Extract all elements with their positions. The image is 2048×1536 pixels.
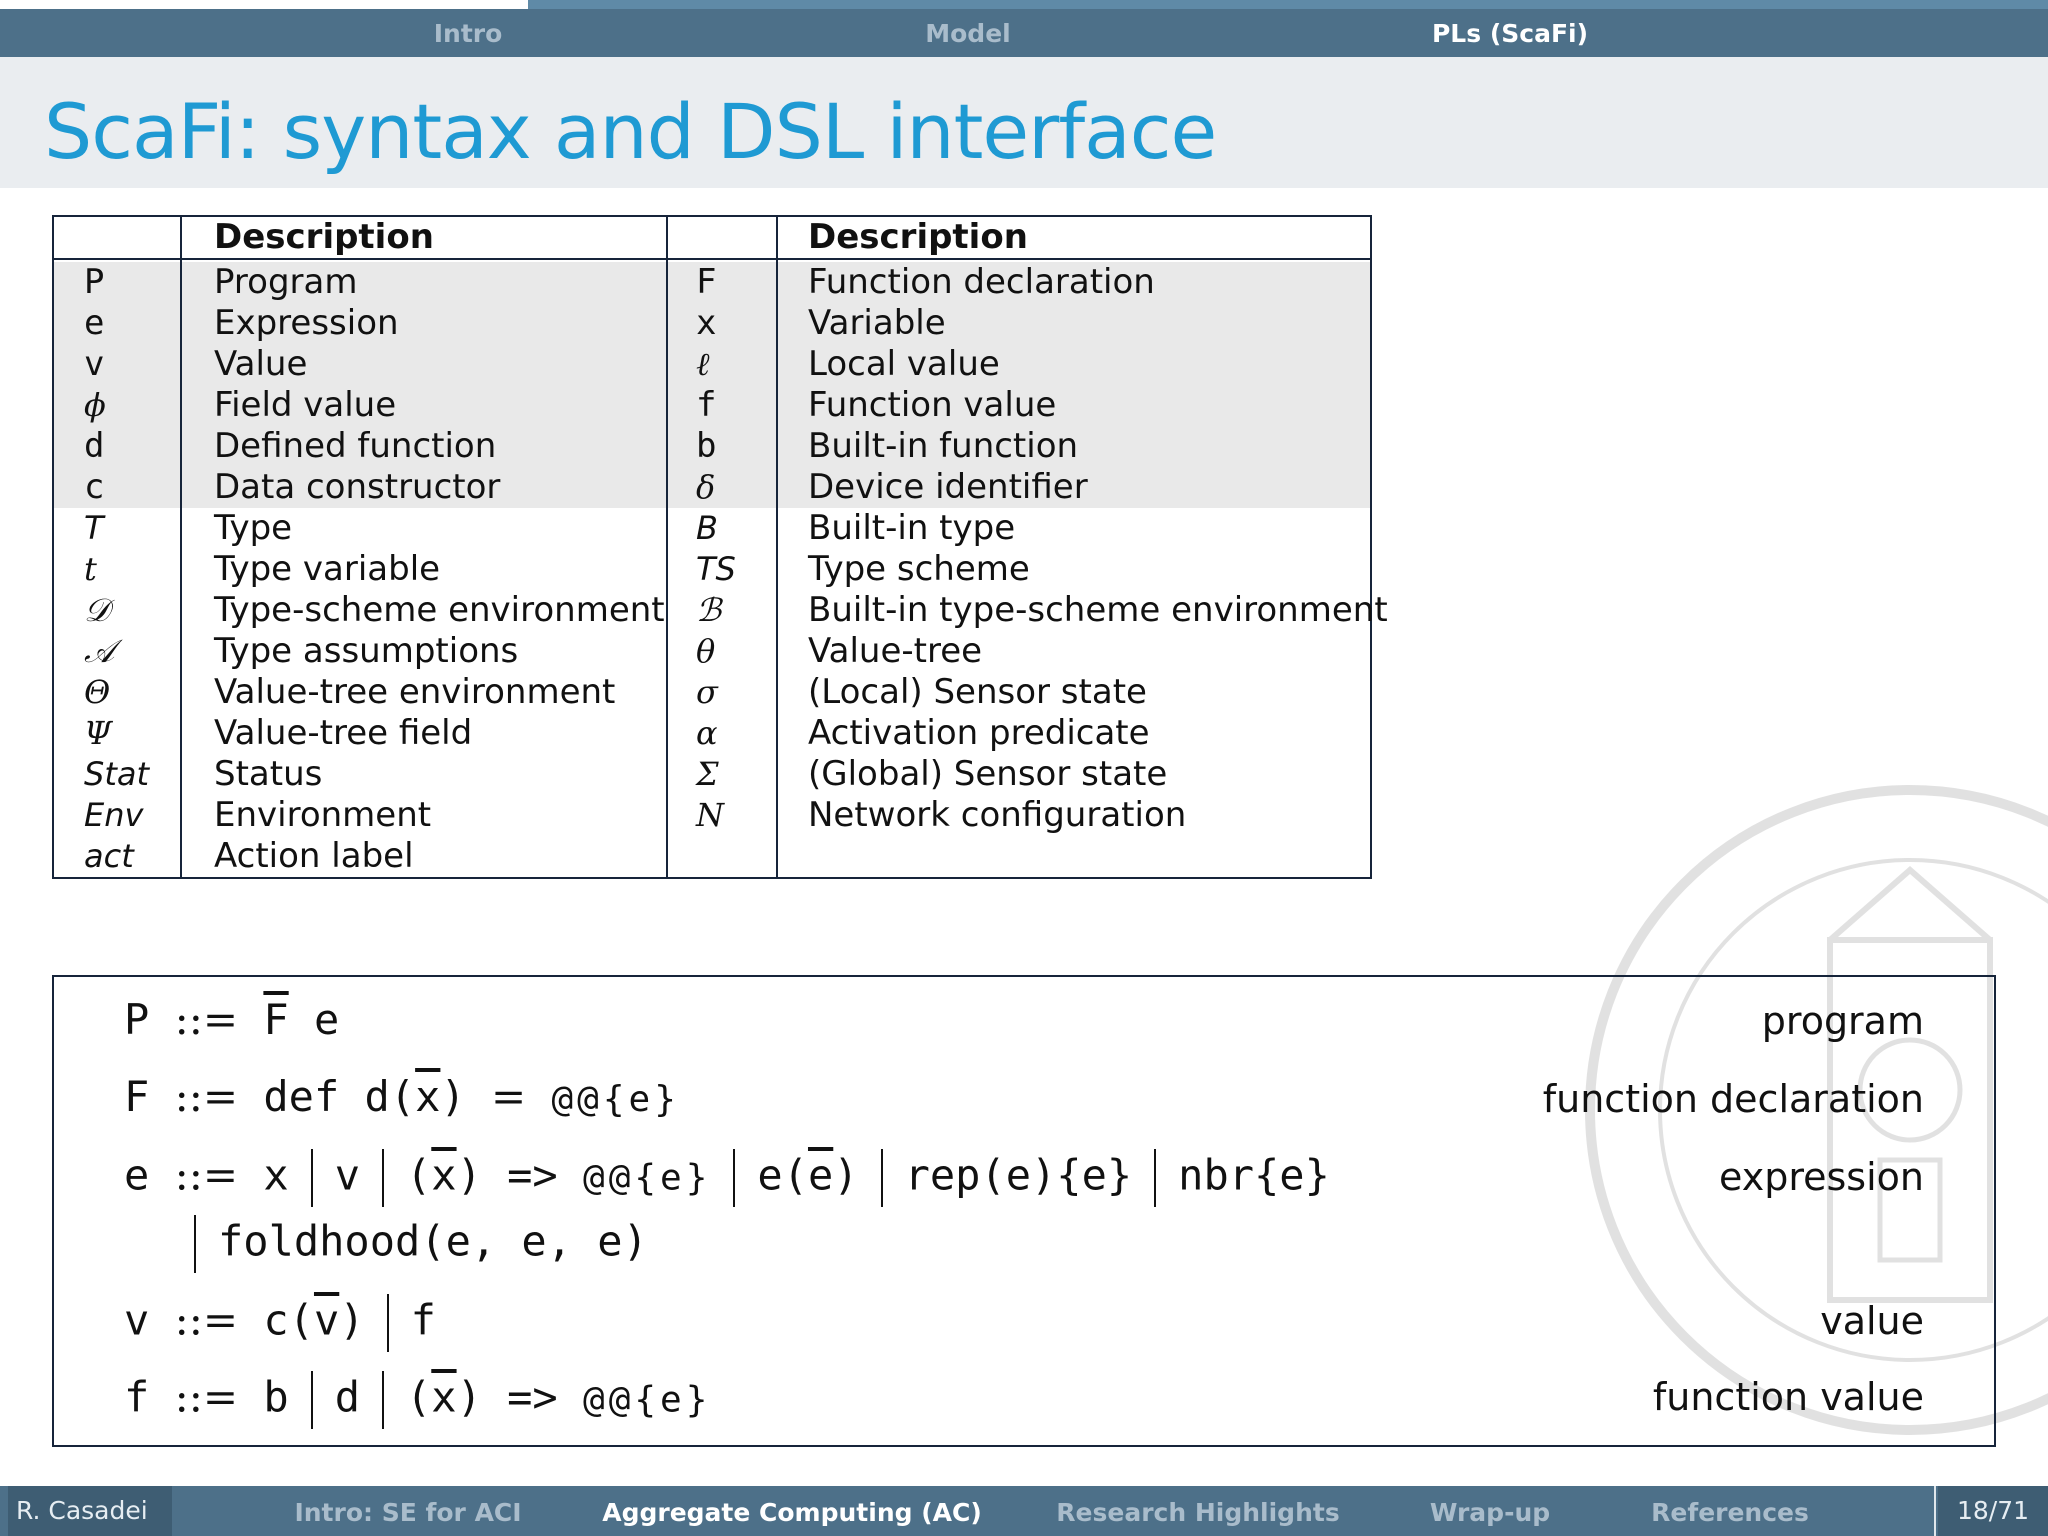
symbol-cell: Env xyxy=(84,796,144,834)
description-cell: Value-tree field xyxy=(214,713,473,753)
footer-section-intro[interactable]: Intro: SE for ACI xyxy=(294,1498,521,1527)
description-cell: Built-in type xyxy=(808,508,1016,548)
description-cell: Type assumptions xyxy=(214,631,519,671)
top-navigation-bar: Intro Model PLs (ScaFi) xyxy=(0,0,2048,57)
grammar-label-program: program xyxy=(1761,999,1924,1043)
grammar-box: P ::= F e program F ::= def d(x) = @@{e}… xyxy=(52,975,1996,1447)
grammar-label-function-declaration: function declaration xyxy=(1542,1077,1924,1121)
symbol-cell: ϕ xyxy=(84,386,106,424)
description-cell: Value-tree xyxy=(808,631,983,671)
column-header-description-right: Description xyxy=(808,217,1028,257)
description-cell: Type variable xyxy=(214,549,441,589)
symbol-cell: e xyxy=(84,303,105,343)
symbol-cell: c xyxy=(84,467,105,507)
table-divider xyxy=(776,217,778,877)
table-header-rule xyxy=(54,258,1370,260)
symbol-cell: f xyxy=(696,385,717,425)
footer-bar: R. Casadei Intro: SE for ACI Aggregate C… xyxy=(0,1486,2048,1536)
symbol-cell: σ xyxy=(696,673,718,711)
symbol-cell: Ψ xyxy=(84,714,113,752)
symbol-cell: d xyxy=(84,426,105,466)
description-cell: Function declaration xyxy=(808,262,1155,302)
description-cell: Type xyxy=(214,508,293,548)
description-cell: Function value xyxy=(808,385,1057,425)
footer-separator xyxy=(1934,1486,1936,1536)
symbol-cell: t xyxy=(84,550,97,588)
table-divider xyxy=(180,217,182,877)
footer-section-research-highlights[interactable]: Research Highlights xyxy=(1056,1498,1339,1527)
symbol-cell: α xyxy=(696,714,718,752)
footer-author: R. Casadei xyxy=(8,1486,172,1536)
description-cell: Network configuration xyxy=(808,795,1187,835)
symbol-cell: B xyxy=(696,509,718,547)
symbol-cell: P xyxy=(84,262,105,302)
symbol-cell: act xyxy=(84,837,134,875)
symbol-cell: 𝒜 xyxy=(84,632,115,670)
slide-title: ScaFi: syntax and DSL interface xyxy=(44,87,1217,176)
footer-section-aggregate-computing[interactable]: Aggregate Computing (AC) xyxy=(602,1498,982,1527)
grammar-rule-program: P ::= F e xyxy=(124,995,340,1044)
table-divider xyxy=(666,217,668,877)
description-cell: Local value xyxy=(808,344,1000,384)
description-cell: Action label xyxy=(214,836,414,876)
progress-indicator xyxy=(0,0,528,9)
nav-section-intro[interactable]: Intro xyxy=(434,19,503,48)
description-cell: (Local) Sensor state xyxy=(808,672,1147,712)
symbol-cell: N xyxy=(696,796,724,834)
description-cell: Data constructor xyxy=(214,467,501,507)
symbol-cell: δ xyxy=(696,468,716,506)
grammar-rule-function-declaration: F ::= def d(x) = @@{e} xyxy=(124,1072,680,1121)
symbol-cell: TS xyxy=(696,550,736,588)
symbol-cell: ℬ xyxy=(696,591,722,629)
description-cell: Built-in type-scheme environment xyxy=(808,590,1388,630)
description-cell: Program xyxy=(214,262,358,302)
symbol-cell: T xyxy=(84,509,104,547)
symbol-cell: Σ xyxy=(696,755,719,793)
description-cell: (Global) Sensor state xyxy=(808,754,1168,794)
description-cell: Variable xyxy=(808,303,946,343)
footer-section-wrap-up[interactable]: Wrap-up xyxy=(1430,1498,1550,1527)
title-bar: ScaFi: syntax and DSL interface xyxy=(0,57,2048,188)
page-number: 18/71 xyxy=(1938,1486,2048,1536)
symbol-cell: Θ xyxy=(84,673,111,711)
description-cell: Status xyxy=(214,754,323,794)
symbol-cell: x xyxy=(696,303,717,343)
description-cell: Device identifier xyxy=(808,467,1088,507)
description-cell: Environment xyxy=(214,795,432,835)
symbol-cell: ℓ xyxy=(696,345,710,383)
grammar-rule-function-value: f ::= b d (x) => @@{e} xyxy=(124,1371,711,1429)
symbol-cell: Stat xyxy=(84,755,150,793)
symbol-cell: F xyxy=(696,262,717,302)
description-cell: Activation predicate xyxy=(808,713,1150,753)
description-cell: Value-tree environment xyxy=(214,672,616,712)
nav-section-pls-scafi[interactable]: PLs (ScaFi) xyxy=(1432,19,1588,48)
grammar-rule-value: v ::= c(v) f xyxy=(124,1294,436,1352)
symbol-table: Description Description P Program e Express… xyxy=(52,215,1388,879)
symbol-cell: θ xyxy=(696,632,716,670)
symbol-cell: b xyxy=(696,426,717,466)
symbol-cell: v xyxy=(84,344,105,384)
description-cell: Type-scheme environment xyxy=(214,590,665,630)
description-cell: Defined function xyxy=(214,426,497,466)
grammar-label-value: value xyxy=(1820,1299,1924,1343)
description-cell: Built-in function xyxy=(808,426,1079,466)
grammar-rule-expression-continued: foldhood(e, e, e) xyxy=(194,1215,648,1273)
progress-track xyxy=(528,0,2048,9)
nav-section-model[interactable]: Model xyxy=(925,19,1010,48)
description-cell: Type scheme xyxy=(808,549,1030,589)
footer-section-references[interactable]: References xyxy=(1651,1498,1809,1527)
column-header-description-left: Description xyxy=(214,217,434,257)
grammar-label-expression: expression xyxy=(1719,1155,1924,1199)
symbol-cell: 𝒟 xyxy=(84,591,110,629)
grammar-label-function-value: function value xyxy=(1652,1375,1924,1419)
description-cell: Expression xyxy=(214,303,399,343)
description-cell: Field value xyxy=(214,385,397,425)
description-cell: Value xyxy=(214,344,308,384)
grammar-rule-expression: e ::= x v (x) => @@{e} e(e) rep(e){e} nbr{e} xyxy=(124,1149,1330,1207)
